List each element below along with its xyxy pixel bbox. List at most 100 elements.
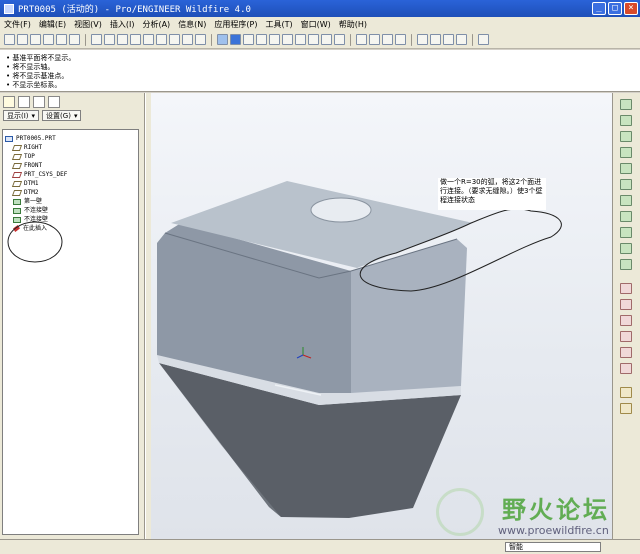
watermark-title: 野火论坛 bbox=[502, 496, 610, 524]
tree-item-dtm1[interactable]: DTM1 bbox=[5, 179, 136, 188]
datum-plane-tool-icon[interactable] bbox=[620, 99, 632, 110]
annotation-note: 做一个R=30的弧，将这2个面进行连接。（要求无缝隙。）使3个壁程连接状态 bbox=[438, 178, 546, 210]
datum-axis-tool-icon[interactable] bbox=[620, 115, 632, 126]
no-hidden-icon[interactable] bbox=[382, 34, 393, 45]
watermark-url: www.proewildfire.cn bbox=[498, 524, 609, 537]
forum-logo-icon bbox=[436, 488, 484, 536]
datum-axis-display-icon[interactable] bbox=[430, 34, 441, 45]
paste-special-icon[interactable] bbox=[156, 34, 167, 45]
model-tree: PRT0005.PRT RIGHT TOP FRONT PRT_CSYS_DEF… bbox=[2, 129, 139, 535]
spin-center-icon[interactable] bbox=[230, 34, 241, 45]
view-manager-icon[interactable] bbox=[334, 34, 345, 45]
model-tree-tab-icon[interactable] bbox=[3, 95, 15, 108]
save-icon[interactable] bbox=[30, 34, 41, 45]
repaint-icon[interactable] bbox=[217, 34, 228, 45]
tree-item-top[interactable]: TOP bbox=[5, 152, 136, 161]
csys-display-icon[interactable] bbox=[456, 34, 467, 45]
menu-file[interactable]: 文件(F) bbox=[4, 19, 31, 30]
new-file-icon[interactable] bbox=[4, 34, 15, 45]
menu-insert[interactable]: 插入(I) bbox=[110, 19, 135, 30]
toolbar-separator bbox=[350, 33, 351, 46]
menu-analysis[interactable]: 分析(A) bbox=[142, 19, 170, 30]
reorient-icon[interactable] bbox=[295, 34, 306, 45]
edge-bend-icon[interactable] bbox=[620, 387, 632, 398]
print-icon[interactable] bbox=[43, 34, 54, 45]
extrude-wall-icon[interactable] bbox=[620, 211, 632, 222]
flatten-icon[interactable] bbox=[620, 347, 632, 358]
zoom-in-icon[interactable] bbox=[256, 34, 267, 45]
connections-tab-icon[interactable] bbox=[48, 95, 60, 108]
tree-item-front[interactable]: FRONT bbox=[5, 161, 136, 170]
email-link-icon[interactable] bbox=[69, 34, 80, 45]
redo-icon[interactable] bbox=[104, 34, 115, 45]
undo-icon[interactable] bbox=[91, 34, 102, 45]
menu-view[interactable]: 视图(V) bbox=[74, 19, 102, 30]
paste-icon[interactable] bbox=[143, 34, 154, 45]
minimize-button[interactable]: _ bbox=[592, 2, 606, 15]
close-button[interactable]: × bbox=[624, 2, 638, 15]
deform-area-icon[interactable] bbox=[620, 403, 632, 414]
layers-icon[interactable] bbox=[321, 34, 332, 45]
tree-item-unattached-wall[interactable]: 不连接壁 bbox=[5, 206, 136, 215]
refit-icon[interactable] bbox=[282, 34, 293, 45]
select-box-icon[interactable] bbox=[195, 34, 206, 45]
tree-item-first-wall[interactable]: 第一壁 bbox=[5, 197, 136, 206]
bend-back-icon[interactable] bbox=[620, 259, 632, 270]
unbend-icon[interactable] bbox=[620, 243, 632, 254]
zoom-out-icon[interactable] bbox=[269, 34, 280, 45]
saved-views-icon[interactable] bbox=[308, 34, 319, 45]
menu-info[interactable]: 信息(N) bbox=[178, 19, 206, 30]
hidden-line-icon[interactable] bbox=[369, 34, 380, 45]
tree-item-csys[interactable]: PRT_CSYS_DEF bbox=[5, 170, 136, 179]
cut-icon[interactable] bbox=[117, 34, 128, 45]
folder-browser-tab-icon[interactable] bbox=[18, 95, 30, 108]
menu-window[interactable]: 窗口(W) bbox=[301, 19, 331, 30]
wireframe-icon[interactable] bbox=[356, 34, 367, 45]
sheetmetal-wall-icon bbox=[13, 198, 21, 205]
menu-applications[interactable]: 应用程序(P) bbox=[214, 19, 257, 30]
message-area: • 基准平面将不显示。 • 将不显示轴。 • 将不显示基准点。 • 不显示坐标系… bbox=[0, 50, 640, 92]
part-icon bbox=[5, 135, 13, 142]
lid-hole bbox=[310, 197, 372, 223]
flat-wall-icon[interactable] bbox=[620, 179, 632, 190]
form-icon[interactable] bbox=[620, 331, 632, 342]
datum-point-display-icon[interactable] bbox=[443, 34, 454, 45]
rip-icon[interactable] bbox=[620, 283, 632, 294]
email-icon[interactable] bbox=[56, 34, 67, 45]
sketch-circle-mark bbox=[7, 221, 63, 263]
regenerate-icon[interactable] bbox=[169, 34, 180, 45]
find-icon[interactable] bbox=[182, 34, 193, 45]
tree-item-part[interactable]: PRT0005.PRT bbox=[5, 134, 136, 143]
datum-point-tool-icon[interactable] bbox=[620, 147, 632, 158]
csys-tool-icon[interactable] bbox=[620, 163, 632, 174]
status-bar: 智能 bbox=[0, 539, 640, 554]
corner-relief-icon[interactable] bbox=[620, 299, 632, 310]
tree-item-right[interactable]: RIGHT bbox=[5, 143, 136, 152]
punch-icon[interactable] bbox=[620, 363, 632, 374]
menu-help[interactable]: 帮助(H) bbox=[339, 19, 367, 30]
context-help-icon[interactable] bbox=[478, 34, 489, 45]
menu-edit[interactable]: 编辑(E) bbox=[39, 19, 66, 30]
bend-icon[interactable] bbox=[620, 227, 632, 238]
shading-icon[interactable] bbox=[395, 34, 406, 45]
maximize-button[interactable]: □ bbox=[608, 2, 622, 15]
favorites-tab-icon[interactable] bbox=[33, 95, 45, 108]
flange-wall-icon[interactable] bbox=[620, 195, 632, 206]
show-dropdown[interactable]: 显示(I) ▾ bbox=[3, 110, 40, 121]
chevron-down-icon: ▾ bbox=[31, 111, 36, 120]
settings-dropdown[interactable]: 设置(G) ▾ bbox=[42, 110, 82, 121]
message-line: • 将不显示基准点。 bbox=[6, 72, 69, 80]
copy-icon[interactable] bbox=[130, 34, 141, 45]
datum-plane-icon bbox=[11, 144, 23, 151]
datum-plane-icon bbox=[11, 162, 23, 169]
graphics-window[interactable] bbox=[151, 93, 612, 539]
toolbar-separator bbox=[85, 33, 86, 46]
open-file-icon[interactable] bbox=[17, 34, 28, 45]
datum-plane-display-icon[interactable] bbox=[417, 34, 428, 45]
sketch-tool-icon[interactable] bbox=[620, 131, 632, 142]
tree-item-dtm2[interactable]: DTM2 bbox=[5, 188, 136, 197]
selection-filter[interactable]: 智能 bbox=[505, 542, 601, 552]
merge-icon[interactable] bbox=[620, 315, 632, 326]
menu-tools[interactable]: 工具(T) bbox=[266, 19, 293, 30]
orient-mode-icon[interactable] bbox=[243, 34, 254, 45]
